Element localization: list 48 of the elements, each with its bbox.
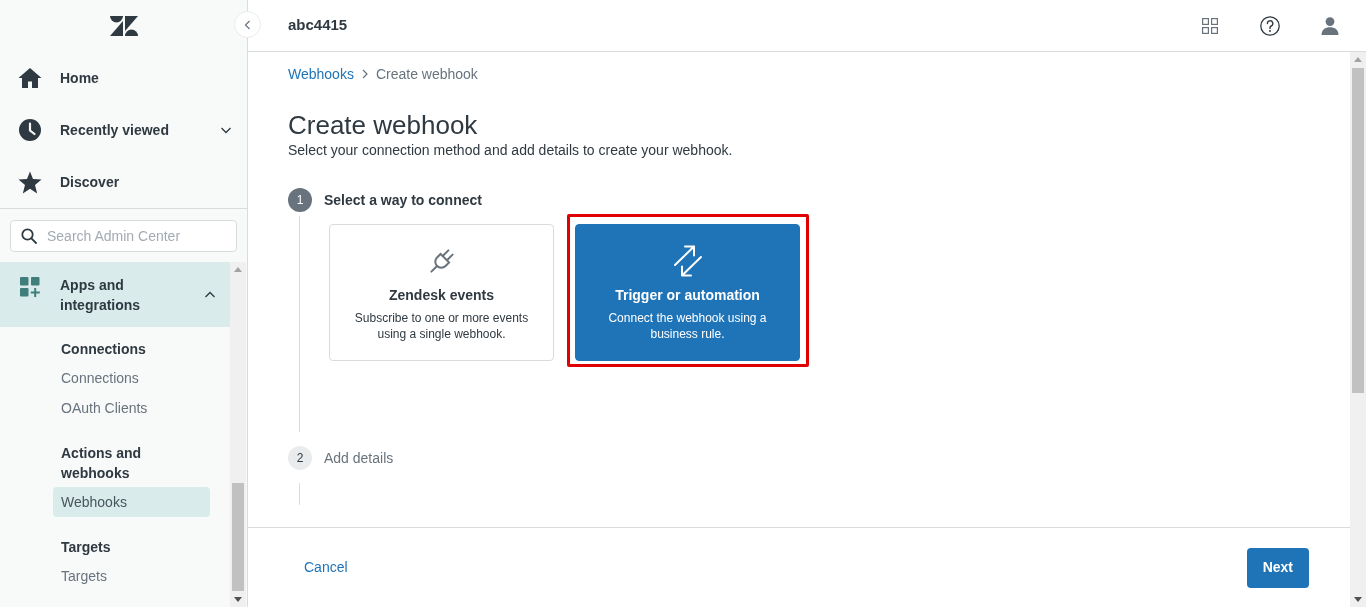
sidebar-link[interactable]: OAuth Clients	[53, 393, 210, 423]
nav-section[interactable]: Apps and integrations	[0, 262, 230, 327]
grid-icon[interactable]	[1202, 17, 1218, 34]
option-title: Trigger or automation	[615, 286, 760, 305]
scrollbar-thumb[interactable]	[232, 483, 244, 591]
step-number: 1	[288, 188, 312, 212]
sidebar-link[interactable]: Connections	[53, 363, 210, 393]
nav-item[interactable]: Recently viewed	[0, 104, 247, 156]
sidebar-link[interactable]: Targets	[53, 561, 210, 591]
home-icon	[18, 67, 42, 89]
step-label: Add details	[324, 449, 394, 468]
chevron-left-icon	[242, 19, 253, 30]
scrollbar[interactable]	[230, 262, 246, 607]
collapse-button[interactable]	[234, 11, 261, 38]
breadcrumb-current: Create webhook	[375, 65, 478, 84]
option-description: Connect the webhook using a business rule.	[607, 310, 768, 342]
connection-option[interactable]: Trigger or automation Connect the webhook using a business rule.	[575, 224, 800, 361]
group-heading: Targets	[60, 538, 112, 557]
search-icon	[21, 228, 37, 244]
user-icon[interactable]	[1321, 16, 1339, 35]
nav-item[interactable]: Discover	[0, 156, 247, 208]
apps-add-icon	[20, 277, 40, 297]
breadcrumb-link[interactable]: Webhooks	[288, 64, 354, 84]
page-description: Select your connection method and add details to create your webhook.	[288, 141, 734, 160]
logo-icon[interactable]	[109, 16, 138, 36]
scroll-down-icon[interactable]	[1354, 597, 1362, 602]
option-title: Zendesk events	[388, 286, 495, 305]
diagonal-arrows-icon	[671, 245, 704, 277]
nav-item[interactable]: Home	[0, 52, 247, 104]
star-icon	[18, 170, 42, 194]
scrollbar[interactable]	[1350, 52, 1366, 607]
step-label: Select a way to connect	[324, 191, 482, 210]
step-number: 2	[288, 446, 312, 470]
group-heading: Actions and webhooks	[60, 444, 143, 483]
help-icon[interactable]	[1260, 15, 1280, 36]
group-heading: Connections	[60, 340, 147, 359]
cancel-link[interactable]: Cancel	[304, 557, 348, 578]
next-button[interactable]: Next	[1246, 547, 1309, 588]
sidebar-link[interactable]: Webhooks	[53, 487, 210, 517]
connection-option[interactable]: Zendesk events Subscribe to one or more events using a single webhook.	[329, 224, 554, 361]
scrollbar-thumb[interactable]	[1352, 68, 1364, 393]
clock-icon	[18, 118, 42, 142]
search-field[interactable]: Search Admin Center	[10, 220, 237, 252]
page-title: Create webhook	[288, 110, 479, 140]
chevron-right-icon	[360, 69, 369, 79]
scroll-down-icon[interactable]	[234, 597, 242, 602]
option-description: Subscribe to one or more events using a single webhook.	[353, 310, 530, 342]
account-name: abc4415	[288, 15, 348, 36]
